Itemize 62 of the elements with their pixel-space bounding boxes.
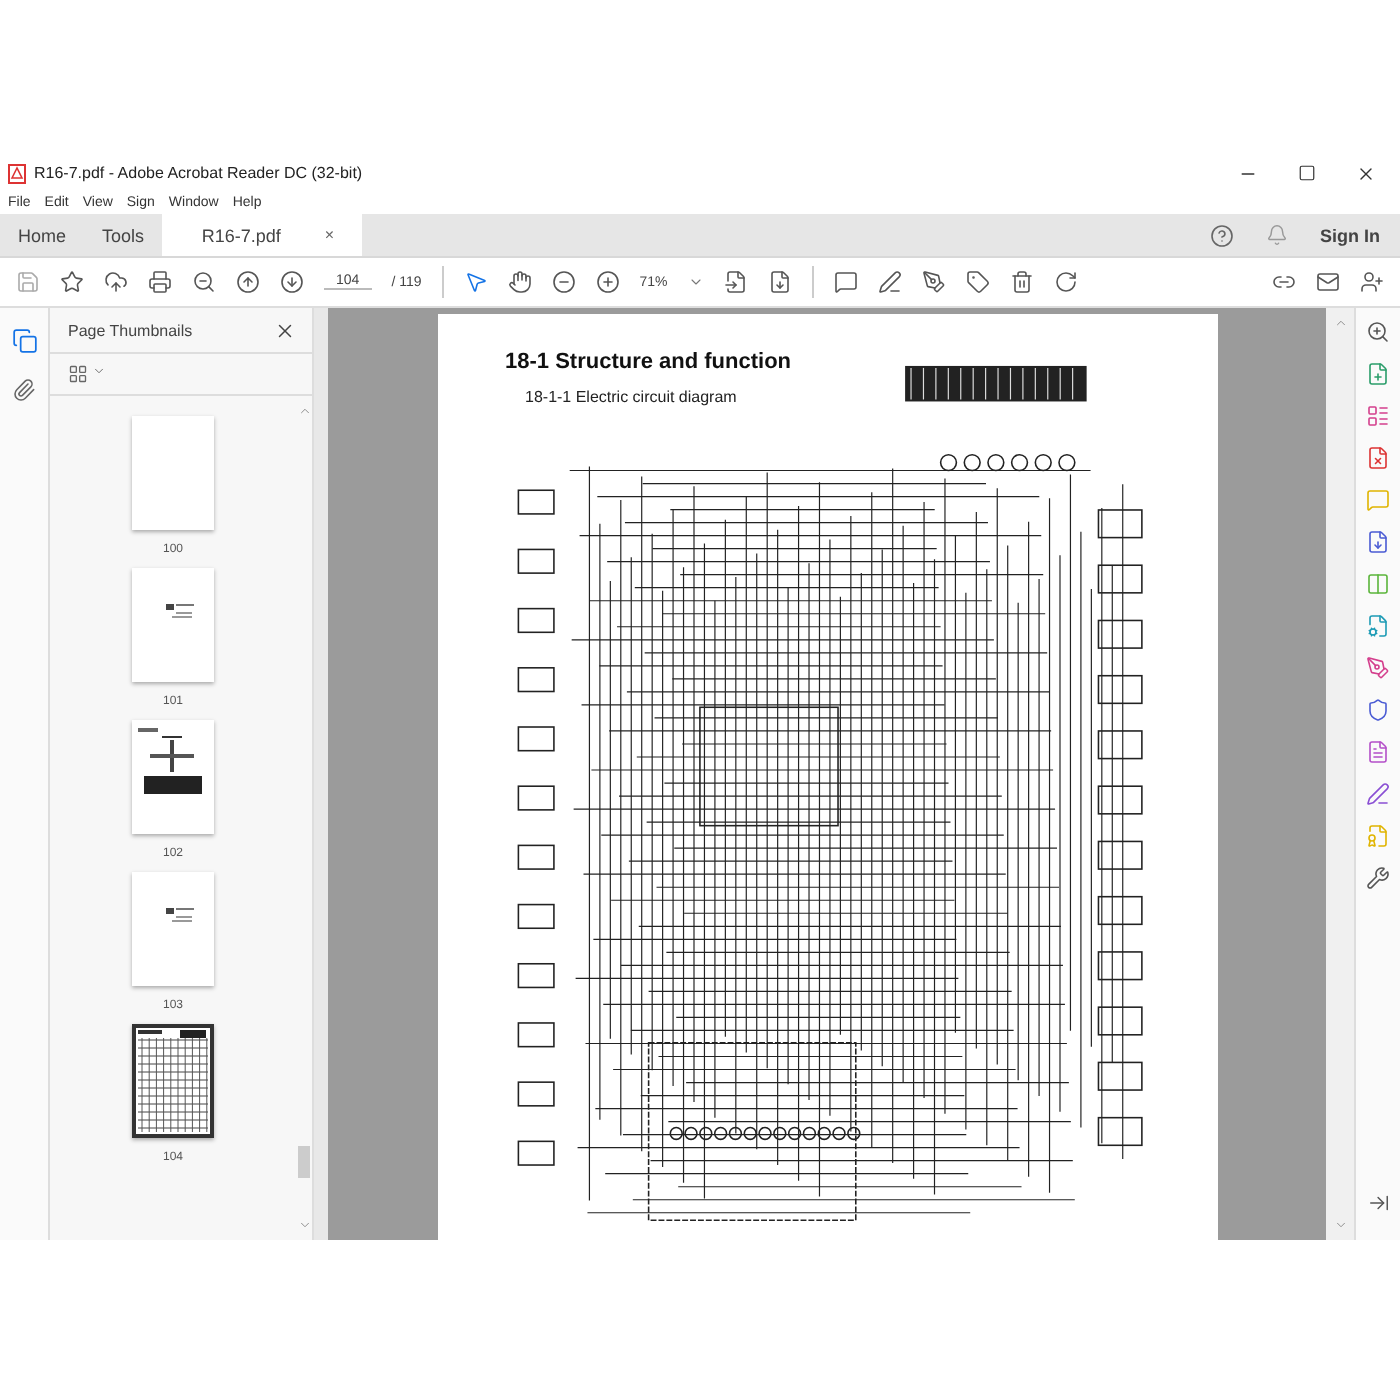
close-icon[interactable] — [274, 320, 296, 342]
caret-icon[interactable] — [92, 364, 106, 378]
tab[interactable]: Home — [0, 214, 85, 256]
rotate-icon[interactable] — [1053, 270, 1078, 294]
link-icon[interactable] — [1272, 270, 1296, 294]
wrench-icon[interactable] — [1366, 866, 1390, 890]
fit-page-icon[interactable] — [723, 270, 748, 294]
export-icon[interactable] — [1366, 530, 1390, 554]
scrollbar-thumb[interactable] — [298, 1146, 310, 1178]
document-icon[interactable] — [1366, 740, 1390, 764]
cloud-upload-icon[interactable] — [104, 270, 128, 294]
page-thumbnail[interactable] — [132, 568, 214, 682]
page-thumbnail-drawing — [166, 908, 194, 924]
signature-icon[interactable] — [921, 270, 946, 294]
star-icon[interactable] — [60, 270, 84, 294]
pages-icon[interactable] — [11, 328, 37, 354]
page-thumbnail[interactable] — [132, 720, 214, 834]
close-button[interactable] — [1356, 163, 1376, 183]
page-thumbnail[interactable] — [132, 872, 214, 986]
trash-icon[interactable] — [1009, 270, 1034, 294]
scroll-mode-icon[interactable] — [767, 270, 792, 294]
previous-page-icon[interactable] — [236, 270, 260, 294]
mail-icon[interactable] — [1316, 270, 1340, 294]
page-thumbnail-drawing — [136, 1028, 210, 1134]
zoom-in-icon[interactable] — [1366, 320, 1390, 344]
remove-file-icon[interactable] — [1366, 446, 1390, 470]
add-user-icon[interactable] — [1360, 270, 1384, 294]
tab[interactable]: Tools — [84, 214, 163, 256]
window-title: R16-7.pdf - Adobe Acrobat Reader DC (32-bit) — [34, 164, 363, 182]
print-icon[interactable] — [148, 270, 172, 294]
pen-icon[interactable] — [877, 270, 902, 294]
zoom-out-icon[interactable] — [551, 270, 576, 294]
signature-icon[interactable] — [1366, 782, 1390, 806]
maximize-button[interactable] — [1298, 163, 1316, 181]
paperclip-icon[interactable] — [12, 378, 36, 402]
zoom-out-icon[interactable] — [192, 270, 216, 294]
panel-title: Page Thumbnails — [68, 322, 193, 340]
tab-close-button[interactable]: × — [324, 226, 335, 244]
page-thumbnail[interactable] — [132, 416, 214, 530]
help-icon[interactable] — [1210, 223, 1234, 247]
comment-icon[interactable] — [833, 270, 858, 294]
hand-icon[interactable] — [507, 270, 532, 294]
tab[interactable]: R16-7.pdf × — [162, 214, 363, 256]
next-page-icon[interactable] — [280, 270, 304, 294]
thumbnail-options-icon[interactable] — [68, 364, 88, 384]
page-thumbnail-drawing — [138, 728, 204, 800]
pen-icon[interactable] — [1366, 656, 1390, 680]
sign-in-button[interactable]: Sign In — [1320, 225, 1380, 245]
zoom-in-icon[interactable] — [595, 270, 620, 294]
create-pdf-icon[interactable] — [1366, 362, 1390, 386]
section-heading: 18-1 Structure and function — [505, 350, 794, 374]
tag-icon[interactable] — [965, 270, 990, 294]
pdf-file-icon — [8, 163, 26, 183]
page-thumbnail[interactable] — [132, 1024, 214, 1138]
select-pointer-icon[interactable] — [463, 270, 488, 294]
file-settings-icon[interactable] — [1366, 614, 1390, 638]
caret-icon[interactable] — [687, 274, 704, 290]
collapse-panel-icon[interactable] — [1367, 1192, 1389, 1214]
layout-icon[interactable] — [1366, 404, 1390, 428]
shield-icon[interactable] — [1366, 698, 1390, 722]
subsection-heading: 18-1-1 Electric circuit diagram — [525, 388, 739, 406]
page-thumbnail-drawing — [166, 604, 194, 620]
